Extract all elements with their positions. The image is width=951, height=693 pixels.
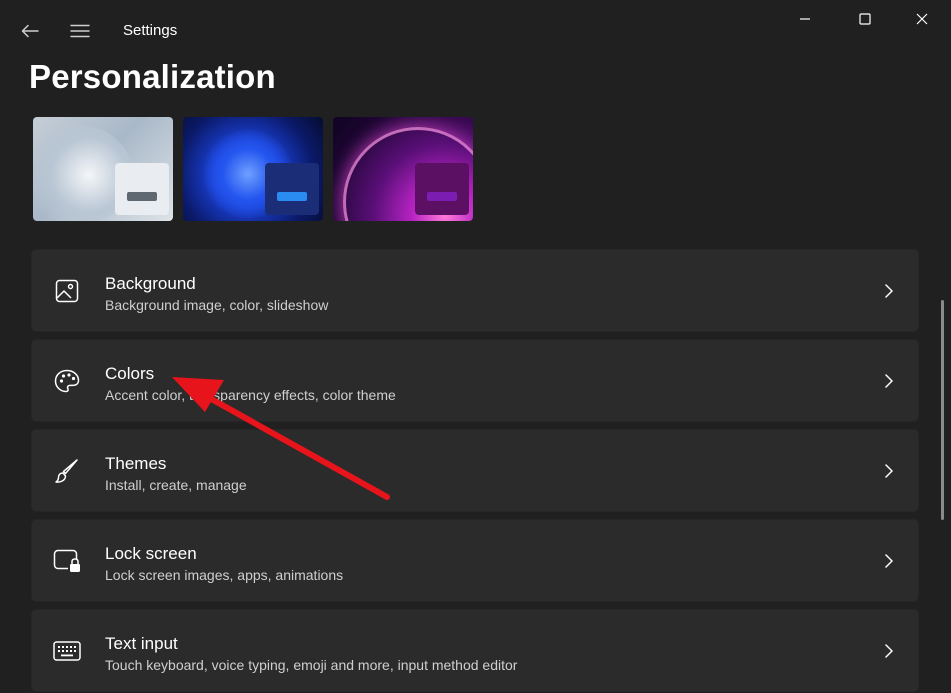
lock-screen-icon [52,547,82,575]
settings-item-background[interactable]: Background Background image, color, slid… [31,249,919,332]
minimize-button[interactable] [780,0,830,38]
vertical-scrollbar[interactable] [941,300,944,520]
close-icon [916,13,928,25]
settings-item-subtitle: Touch keyboard, voice typing, emoji and … [105,657,518,673]
theme-thumbnail-dark-blue[interactable] [183,117,323,221]
theme-preview-window [265,163,319,215]
settings-item-text-input[interactable]: Text input Touch keyboard, voice typing,… [31,609,919,692]
settings-item-title: Text input [105,634,178,653]
back-arrow-icon [21,24,39,38]
chevron-right-icon [882,551,896,571]
picture-icon [52,277,82,305]
theme-thumbnail-light[interactable] [33,117,173,221]
chevron-right-icon [882,461,896,481]
chevron-right-icon [882,371,896,391]
minimize-icon [800,18,810,20]
settings-item-subtitle: Install, create, manage [105,477,247,493]
close-button[interactable] [897,0,947,38]
maximize-button[interactable] [840,0,890,38]
palette-icon [52,367,82,395]
navigation-menu-button[interactable] [62,16,98,46]
theme-preview-window [415,163,469,215]
settings-item-title: Colors [105,364,155,383]
back-button[interactable] [12,16,48,46]
hamburger-menu-icon [70,24,90,38]
settings-item-title: Background [105,274,196,293]
chevron-right-icon [882,281,896,301]
theme-preview-taskbar [127,192,157,201]
settings-item-themes[interactable]: Themes Install, create, manage [31,429,919,512]
settings-item-colors[interactable]: Colors Accent color, transparency effect… [31,339,919,422]
maximize-icon [859,13,871,25]
title-bar: Settings [0,0,951,60]
chevron-right-icon [882,641,896,661]
settings-item-subtitle: Accent color, transparency effects, colo… [105,387,396,403]
theme-preview-taskbar [427,192,457,201]
settings-item-subtitle: Lock screen images, apps, animations [105,567,344,583]
settings-item-title: Lock screen [105,544,197,563]
page-title: Personalization [29,58,276,95]
theme-preview-taskbar [277,192,307,201]
settings-item-lock-screen[interactable]: Lock screen Lock screen images, apps, an… [31,519,919,602]
theme-preview-window [115,163,169,215]
keyboard-icon [52,637,82,665]
brush-icon [52,457,82,485]
app-title: Settings [123,22,178,39]
settings-item-subtitle: Background image, color, slideshow [105,297,329,313]
settings-item-title: Themes [105,454,167,473]
theme-thumbnail-purple[interactable] [333,117,473,221]
